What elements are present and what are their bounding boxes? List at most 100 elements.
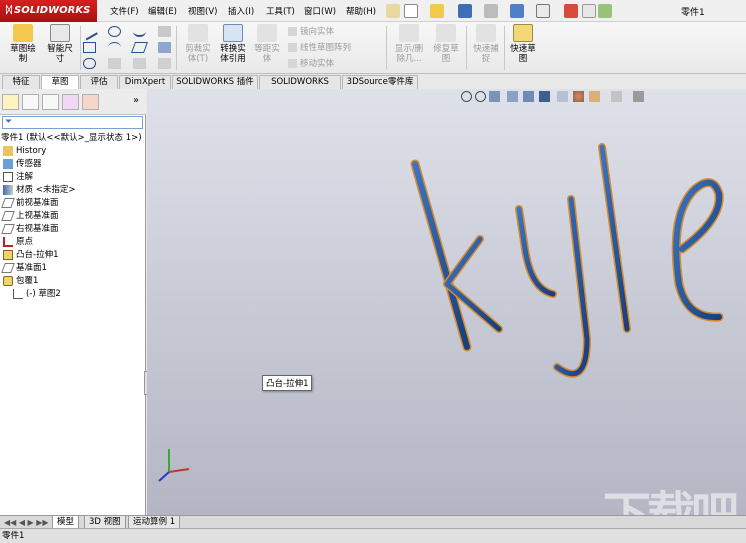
relations-icon (399, 24, 419, 42)
move-entities-button[interactable]: 移动实体 (288, 57, 334, 69)
menu-file[interactable]: 文件(F) (110, 5, 139, 17)
menu-window[interactable]: 窗口(W) (304, 5, 336, 17)
menu-tools[interactable]: 工具(T) (266, 5, 295, 17)
print-icon[interactable] (484, 4, 498, 18)
convert-entities-button[interactable]: 转换实 体引用 (215, 24, 251, 64)
coordinate-triad-icon (158, 449, 190, 482)
line-icon[interactable] (81, 24, 98, 41)
rectangle-icon[interactable] (83, 42, 96, 53)
smart-dimension-button[interactable]: 智能尺 寸 (42, 24, 78, 64)
spline-icon[interactable] (133, 26, 146, 37)
repair-icon (436, 24, 456, 42)
command-manager: 草图绘 制 智能尺 寸 剪裁实 体(T) 转换实 体引用 等距实 体 镜向实体 … (0, 22, 746, 74)
tab-sketch[interactable]: 草图 (41, 75, 79, 89)
rapid-sketch-icon (513, 24, 533, 42)
command-tabs: 特征 草图 评估 DimXpert SOLIDWORKS 插件 SOLIDWOR… (0, 75, 420, 100)
filter-icon: ⏷ (5, 117, 13, 127)
feature-tooltip: 凸台-拉伸1 (262, 375, 313, 391)
tab-dimxpert[interactable]: DimXpert (119, 75, 171, 89)
tree-item-right-plane[interactable]: 右视基准面 (0, 223, 59, 236)
tree-item-boss-extrude1[interactable]: 凸台-拉伸1 (0, 249, 58, 262)
linear-pattern-icon (288, 43, 297, 52)
centerline-icon[interactable] (133, 58, 146, 69)
dimxpert-tab-icon[interactable] (62, 94, 79, 110)
sketch-button[interactable]: 草图绘 制 (6, 24, 40, 64)
plane-tool-icon[interactable] (158, 58, 171, 69)
display-manager-tab-icon[interactable] (82, 94, 99, 110)
trim-button[interactable]: 剪裁实 体(T) (180, 24, 216, 64)
tree-item-wrap1[interactable]: 包覆1 (0, 275, 38, 288)
expand-arrow-icon[interactable]: » (133, 95, 139, 106)
tree-item-sensors[interactable]: 传感器 (0, 158, 42, 171)
linear-pattern-button[interactable]: 线性草图阵列 (288, 41, 351, 53)
tree-item-plane1[interactable]: 基准面1 (0, 262, 47, 275)
configuration-manager-tab-icon[interactable] (42, 94, 59, 110)
tree-item-front-plane[interactable]: 前视基准面 (0, 197, 59, 210)
document-title: 零件1 (681, 8, 705, 18)
point-icon[interactable] (108, 58, 121, 69)
options-icon[interactable] (598, 4, 612, 18)
watermark-logo: 下载吧 (603, 487, 739, 515)
display-delete-relations-button[interactable]: 显示/删 除几... (390, 24, 428, 64)
fillet-icon[interactable] (158, 26, 171, 37)
separator (80, 26, 81, 70)
polygon-icon[interactable] (130, 42, 149, 53)
graphics-viewport[interactable]: 凸台-拉伸1 下载吧 (147, 89, 746, 515)
arc-icon[interactable] (108, 42, 121, 53)
scroll-left-icon[interactable]: ◀◀ ◀ ▶ ▶▶ (4, 518, 49, 527)
separator (504, 26, 505, 70)
origin-icon (3, 236, 13, 247)
tab-3dsource[interactable]: 3DSource零件库 (342, 75, 418, 89)
tree-item-material[interactable]: 材质 <未指定> (0, 184, 75, 197)
pin-icon[interactable] (386, 4, 400, 18)
circle-icon[interactable] (108, 26, 121, 37)
menu-insert[interactable]: 插入(I) (228, 5, 254, 17)
filter-field[interactable]: ⏷ (2, 116, 143, 129)
tree-root[interactable]: 零件1 (默认<<默认>_显示状态 1>) (1, 132, 142, 145)
menu-edit[interactable]: 编辑(E) (148, 5, 177, 17)
wrapped-text-model[interactable] (147, 89, 746, 515)
tab-features[interactable]: 特征 (2, 75, 40, 89)
save-icon[interactable] (458, 4, 472, 18)
menu-help[interactable]: 帮助(H) (346, 5, 376, 17)
plane-icon (1, 262, 15, 273)
feature-manager-panel: » ⏷ 零件1 (默认<<默认>_显示状态 1>) History 传感器 注解… (0, 89, 149, 515)
offset-entities-icon (257, 24, 277, 42)
select-icon[interactable] (536, 4, 550, 18)
solidworks-logo[interactable]: ᛞ SOLIDWORKS (0, 0, 97, 22)
rapid-sketch-button[interactable]: 快速草 图 (506, 24, 540, 64)
text-icon[interactable] (158, 42, 171, 53)
offset-entities-button[interactable]: 等距实 体 (251, 24, 283, 64)
slot-icon[interactable] (83, 58, 96, 69)
open-icon[interactable] (430, 4, 444, 18)
menu-view[interactable]: 视图(V) (188, 5, 217, 17)
convert-entities-icon (223, 24, 243, 42)
new-icon[interactable] (404, 4, 418, 18)
mirror-entities-button[interactable]: 镜向实体 (288, 25, 334, 37)
tree-item-history[interactable]: History (0, 145, 46, 158)
repair-sketch-button[interactable]: 修复草 图 (428, 24, 464, 64)
property-manager-tab-icon[interactable] (22, 94, 39, 110)
tree-item-top-plane[interactable]: 上视基准面 (0, 210, 59, 223)
extrude-icon (3, 249, 13, 260)
file-properties-icon[interactable] (582, 4, 596, 18)
quick-snaps-button[interactable]: 快速捕 捉 (468, 24, 504, 64)
tab-evaluate[interactable]: 评估 (80, 75, 118, 89)
tree-item-sketch2[interactable]: (-) 草图2 (10, 288, 61, 301)
snap-icon (476, 24, 496, 42)
tree-item-annotations[interactable]: 注解 (0, 171, 33, 184)
tab-addins[interactable]: SOLIDWORKS 插件 (172, 75, 258, 89)
wrap-icon (3, 275, 13, 286)
tab-mbd[interactable]: SOLIDWORKS MBD (259, 75, 341, 100)
mirror-icon (288, 27, 297, 36)
separator (176, 26, 177, 70)
separator (386, 26, 387, 70)
feature-tree-tab-icon[interactable] (2, 94, 19, 110)
plane-icon (1, 210, 15, 221)
move-icon (288, 59, 297, 68)
sketch-icon (13, 24, 33, 42)
undo-icon[interactable] (510, 4, 524, 18)
rebuild-icon[interactable] (564, 4, 578, 18)
status-bar: 零件1 (0, 528, 746, 543)
tree-item-origin[interactable]: 原点 (0, 236, 33, 249)
